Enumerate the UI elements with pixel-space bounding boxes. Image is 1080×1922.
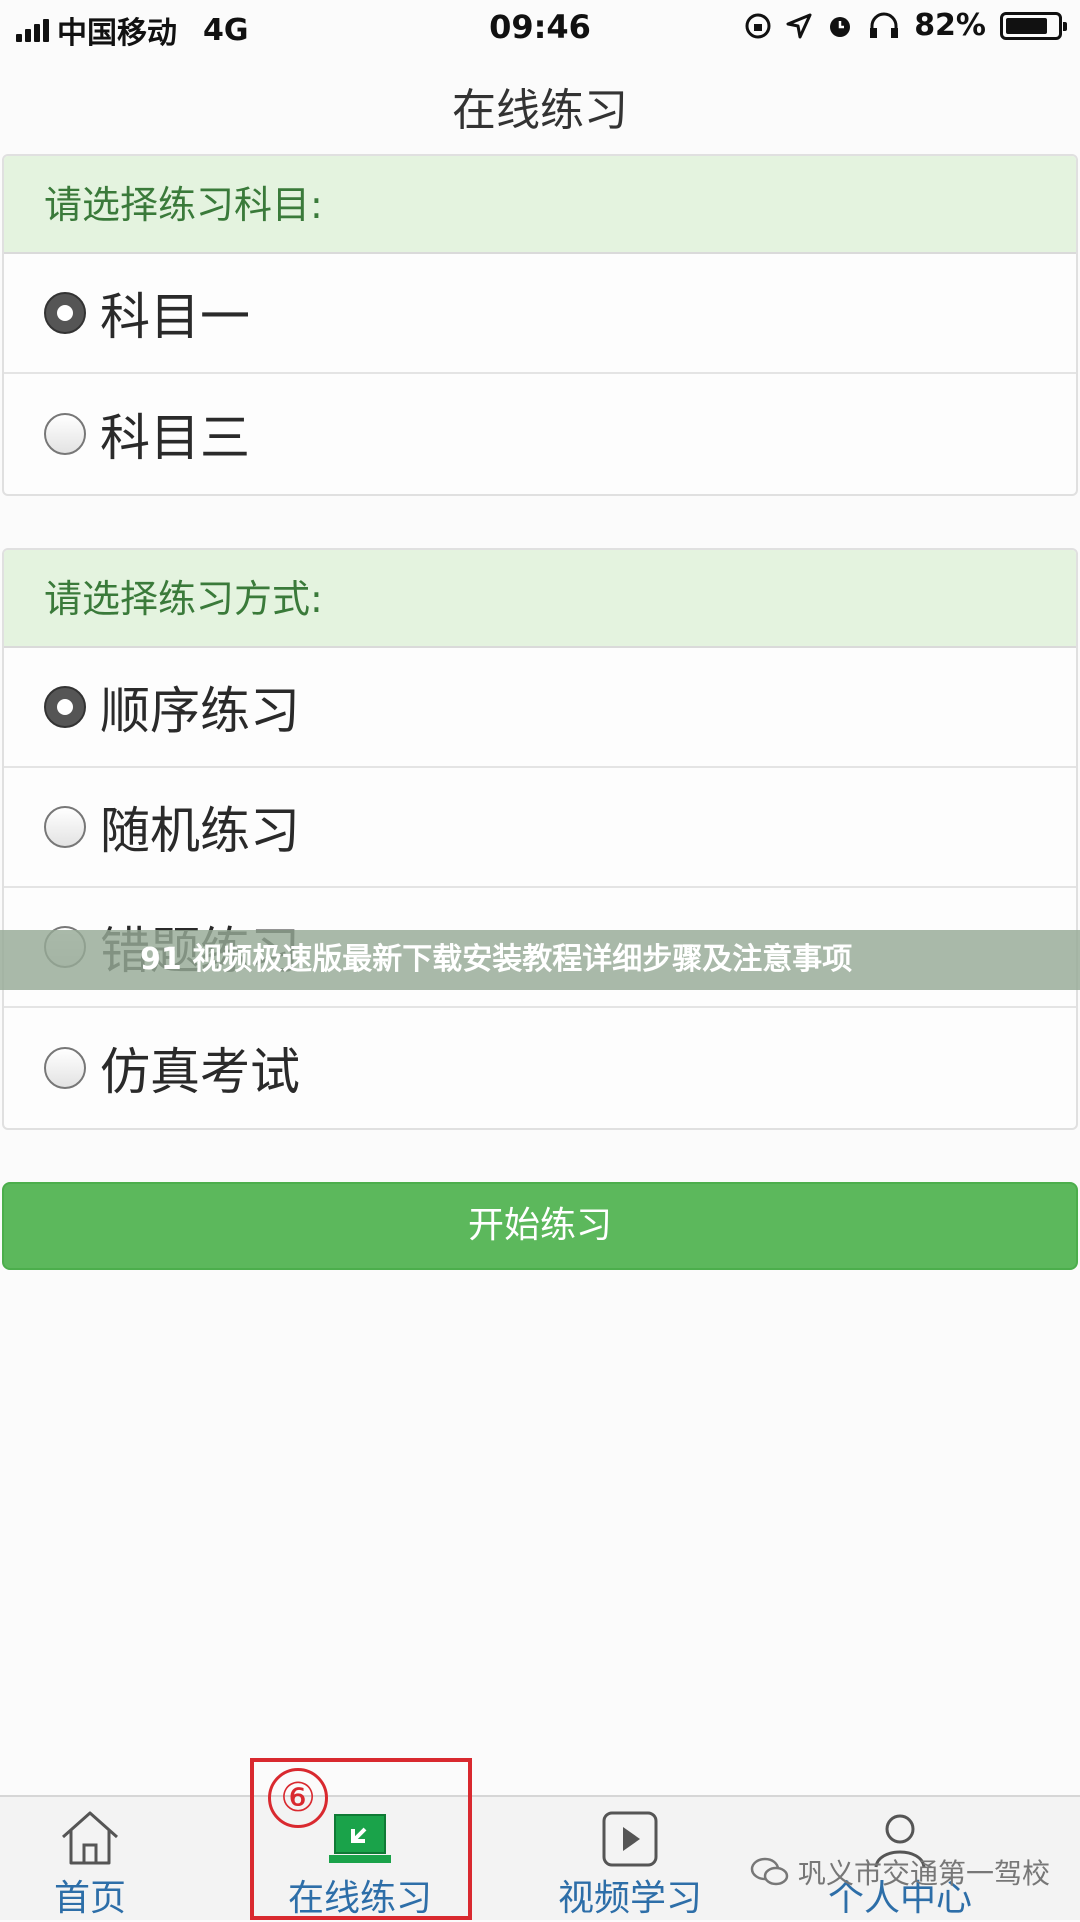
option-label: 随机练习	[100, 802, 300, 860]
mode-card: 请选择练习方式: 顺序练习 随机练习 错题练习 仿真考试	[2, 548, 1078, 1130]
location-icon	[786, 13, 812, 38]
tab-label: 视频学习	[557, 1878, 702, 1919]
radio-icon[interactable]	[44, 806, 86, 848]
subject-card: 请选择练习科目: 科目一 科目三	[2, 154, 1078, 496]
option-label: 科目一	[100, 288, 250, 346]
rotation-lock-icon	[745, 13, 771, 38]
tab-label: 首页	[53, 1878, 126, 1919]
mode-header: 请选择练习方式:	[4, 550, 1076, 648]
mode-option-random[interactable]: 随机练习	[4, 768, 1076, 888]
option-label: 顺序练习	[100, 682, 300, 740]
battery-percent: 82%	[914, 8, 986, 43]
start-practice-button[interactable]: 开始练习	[2, 1182, 1078, 1270]
home-icon	[62, 1811, 118, 1865]
option-label: 仿真考试	[100, 1043, 300, 1101]
tab-home[interactable]: 首页	[10, 1797, 170, 1922]
radio-icon[interactable]	[44, 413, 86, 455]
watermark: 巩义市交通第一驾校	[750, 1852, 1050, 1892]
watermark-text: 巩义市交通第一驾校	[797, 1857, 1050, 1890]
radio-icon[interactable]	[44, 1047, 86, 1089]
mode-option-sequential[interactable]: 顺序练习	[4, 648, 1076, 768]
battery-icon	[1000, 11, 1067, 40]
subject-header: 请选择练习科目:	[4, 156, 1076, 254]
radio-icon[interactable]	[44, 292, 86, 334]
play-icon	[602, 1811, 658, 1867]
status-right: 82%	[744, 8, 1067, 43]
alarm-icon	[830, 16, 851, 37]
step-badge: ⑥	[268, 1768, 328, 1828]
status-bar: 中国移动 4G 09:46 82%	[0, 0, 1080, 52]
overlay-banner: 91 视频极速版最新下载安装教程详细步骤及注意事项	[0, 930, 1080, 990]
subject-option-3[interactable]: 科目三	[4, 374, 1076, 494]
radio-icon[interactable]	[44, 686, 86, 728]
tab-video-learning[interactable]: 视频学习	[540, 1797, 720, 1922]
wechat-icon	[750, 1857, 789, 1886]
battery-fill	[1006, 17, 1047, 34]
headphones-icon	[870, 12, 899, 38]
page-title: 在线练习	[452, 85, 628, 136]
option-label: 科目三	[100, 409, 250, 467]
subject-option-1[interactable]: 科目一	[4, 254, 1076, 374]
mode-option-mock-exam[interactable]: 仿真考试	[4, 1008, 1076, 1128]
